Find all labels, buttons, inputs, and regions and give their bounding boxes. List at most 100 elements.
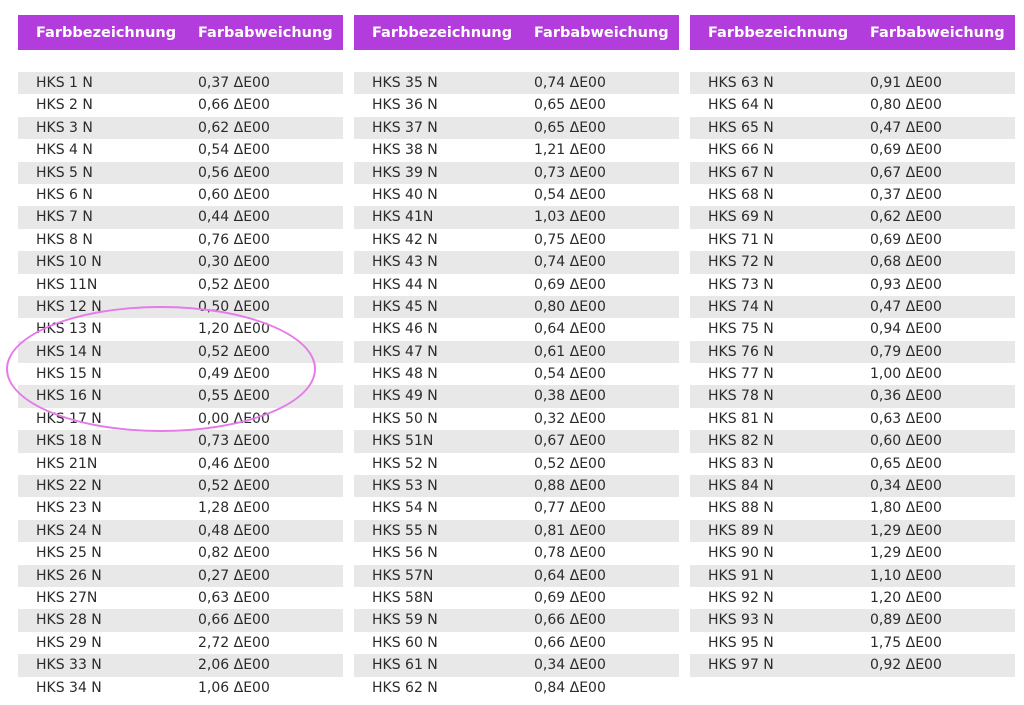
color-name-cell: HKS 50 N [372, 410, 438, 427]
color-deviation-cell: 0,92 ΔE00 [870, 657, 942, 674]
table-header: Farbbezeichnung Farbabweichung [690, 15, 1015, 50]
table-row: HKS 66 N 0,69 ΔE00 [690, 139, 1015, 162]
header-color-deviation: Farbabweichung [198, 24, 333, 41]
color-deviation-cell: 0,67 ΔE00 [870, 164, 942, 181]
color-deviation-cell: 0,63 ΔE00 [198, 589, 270, 606]
color-name-cell: HKS 23 N [36, 500, 102, 517]
table-row: HKS 75 N 0,94 ΔE00 [690, 318, 1015, 341]
table-row: HKS 22 N 0,52 ΔE00 [18, 475, 343, 498]
table-row: HKS 54 N 0,77 ΔE00 [354, 497, 679, 520]
color-deviation-cell: 0,50 ΔE00 [198, 298, 270, 315]
table-row: HKS 25 N 0,82 ΔE00 [18, 542, 343, 565]
table-row: HKS 51N 0,67 ΔE00 [354, 430, 679, 453]
color-deviation-cell: 0,65 ΔE00 [534, 119, 606, 136]
color-deviation-cell: 2,72 ΔE00 [198, 634, 270, 651]
table-row: HKS 95 N 1,75 ΔE00 [690, 631, 1015, 655]
table-row: HKS 67 N 0,67 ΔE00 [690, 161, 1015, 184]
color-deviation-cell: 1,06 ΔE00 [198, 679, 270, 696]
color-name-cell: HKS 11N [36, 276, 98, 293]
table-row: HKS 78 N 0,36 ΔE00 [690, 385, 1015, 408]
table-row: HKS 8 N 0,76 ΔE00 [18, 228, 343, 252]
header-color-deviation: Farbabweichung [870, 24, 1005, 41]
table-row: HKS 77 N 1,00 ΔE00 [690, 363, 1015, 386]
color-name-cell: HKS 8 N [36, 231, 93, 248]
color-table-1: Farbbezeichnung Farbabweichung HKS 1 N 0,… [18, 15, 343, 699]
table-row: HKS 74 N 0,47 ΔE00 [690, 295, 1015, 319]
color-name-cell: HKS 4 N [36, 142, 93, 159]
color-deviation-cell: 0,69 ΔE00 [870, 231, 942, 248]
table-row: HKS 11N 0,52 ΔE00 [18, 273, 343, 296]
color-name-cell: HKS 15 N [36, 366, 102, 383]
color-deviation-cell: 0,27 ΔE00 [198, 567, 270, 584]
table-row: HKS 83 N 0,65 ΔE00 [690, 452, 1015, 476]
color-deviation-cell: 1,21 ΔE00 [534, 142, 606, 159]
color-deviation-cell: 1,28 ΔE00 [198, 500, 270, 517]
table-row: HKS 68 N 0,37 ΔE00 [690, 183, 1015, 207]
color-name-cell: HKS 3 N [36, 119, 93, 136]
color-name-cell: HKS 14 N [36, 343, 102, 360]
table-row: HKS 17 N 0,00 ΔE00 [18, 407, 343, 431]
color-table-3: Farbbezeichnung Farbabweichung HKS 63 N 0… [690, 15, 1015, 677]
color-name-cell: HKS 65 N [708, 119, 774, 136]
color-name-cell: HKS 61 N [372, 657, 438, 674]
table-row: HKS 71 N 0,69 ΔE00 [690, 228, 1015, 252]
table-row: HKS 93 N 0,89 ΔE00 [690, 609, 1015, 632]
color-name-cell: HKS 36 N [372, 97, 438, 114]
color-deviation-cell: 0,52 ΔE00 [198, 276, 270, 293]
color-deviation-cell: 0,94 ΔE00 [870, 321, 942, 338]
color-deviation-cell: 0,76 ΔE00 [198, 231, 270, 248]
table-row: HKS 23 N 1,28 ΔE00 [18, 497, 343, 520]
color-name-cell: HKS 95 N [708, 634, 774, 651]
color-deviation-cell: 0,48 ΔE00 [198, 522, 270, 539]
color-deviation-cell: 1,10 ΔE00 [870, 567, 942, 584]
color-name-cell: HKS 64 N [708, 97, 774, 114]
color-name-cell: HKS 41N [372, 209, 434, 226]
color-name-cell: HKS 28 N [36, 612, 102, 629]
color-name-cell: HKS 18 N [36, 433, 102, 450]
color-deviation-cell: 0,74 ΔE00 [534, 75, 606, 91]
color-deviation-cell: 0,68 ΔE00 [870, 254, 942, 271]
color-name-cell: HKS 72 N [708, 254, 774, 271]
color-name-cell: HKS 90 N [708, 545, 774, 562]
table-row: HKS 7 N 0,44 ΔE00 [18, 206, 343, 229]
table-row: HKS 34 N 1,06 ΔE00 [18, 676, 343, 699]
color-name-cell: HKS 68 N [708, 186, 774, 203]
color-deviation-cell: 0,52 ΔE00 [198, 478, 270, 495]
color-deviation-cell: 0,60 ΔE00 [870, 433, 942, 450]
table-row: HKS 89 N 1,29 ΔE00 [690, 519, 1015, 543]
color-deviation-cell: 0,67 ΔE00 [534, 433, 606, 450]
color-deviation-cell: 0,81 ΔE00 [534, 522, 606, 539]
header-color-name: Farbbezeichnung [708, 24, 849, 41]
color-deviation-cell: 0,34 ΔE00 [870, 478, 942, 495]
table-row: HKS 90 N 1,29 ΔE00 [690, 542, 1015, 565]
table-row: HKS 52 N 0,52 ΔE00 [354, 452, 679, 476]
table-row: HKS 26 N 0,27 ΔE00 [18, 564, 343, 587]
table-row: HKS 12 N 0,50 ΔE00 [18, 295, 343, 319]
color-deviation-cell: 0,84 ΔE00 [534, 679, 606, 696]
table-row: HKS 53 N 0,88 ΔE00 [354, 475, 679, 498]
color-deviation-cell: 0,44 ΔE00 [198, 209, 270, 226]
color-deviation-cell: 0,47 ΔE00 [870, 119, 942, 136]
table-row: HKS 73 N 0,93 ΔE00 [690, 273, 1015, 296]
color-name-cell: HKS 77 N [708, 366, 774, 383]
color-name-cell: HKS 66 N [708, 142, 774, 159]
color-name-cell: HKS 56 N [372, 545, 438, 562]
color-name-cell: HKS 93 N [708, 612, 774, 629]
color-name-cell: HKS 92 N [708, 589, 774, 606]
color-table-2: Farbbezeichnung Farbabweichung HKS 35 N 0… [354, 15, 679, 699]
color-name-cell: HKS 62 N [372, 679, 438, 696]
color-deviation-cell: 1,75 ΔE00 [870, 634, 942, 651]
color-deviation-cell: 0,74 ΔE00 [534, 254, 606, 271]
table-row: HKS 5 N 0,56 ΔE00 [18, 161, 343, 184]
color-name-cell: HKS 7 N [36, 209, 93, 226]
color-name-cell: HKS 43 N [372, 254, 438, 271]
color-name-cell: HKS 88 N [708, 500, 774, 517]
color-name-cell: HKS 73 N [708, 276, 774, 293]
color-name-cell: HKS 6 N [36, 186, 93, 203]
color-deviation-cell: 0,73 ΔE00 [198, 433, 270, 450]
color-deviation-cell: 0,69 ΔE00 [534, 589, 606, 606]
color-deviation-cell: 1,29 ΔE00 [870, 545, 942, 562]
color-deviation-cell: 0,54 ΔE00 [534, 366, 606, 383]
color-name-cell: HKS 29 N [36, 634, 102, 651]
color-name-cell: HKS 40 N [372, 186, 438, 203]
